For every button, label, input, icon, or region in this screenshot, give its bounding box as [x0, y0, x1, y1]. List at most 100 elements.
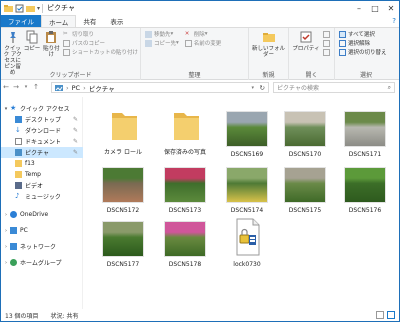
- nav-pictures[interactable]: ピクチャ: [1, 147, 83, 158]
- path-box[interactable]: › PC › ピクチャ ▾ ↻: [51, 82, 269, 93]
- search-icon[interactable]: ⌕: [388, 84, 391, 92]
- new-folder-icon[interactable]: [26, 4, 35, 13]
- move-to-button[interactable]: 移動先 ▾: [145, 30, 179, 38]
- item-photo[interactable]: DSCN5169: [217, 111, 277, 173]
- rename-button[interactable]: 名前の変更: [184, 39, 221, 47]
- item-label: DSCN5169: [230, 151, 264, 158]
- select-none-button[interactable]: 選択解除: [339, 39, 387, 47]
- recent-locations-icon[interactable]: ▾: [21, 84, 31, 90]
- nav-onedrive[interactable]: › OneDrive: [3, 209, 48, 220]
- item-saved-pictures[interactable]: 保存済みの写真: [155, 107, 215, 169]
- details-view-icon[interactable]: [376, 311, 384, 319]
- pictures-icon: [15, 149, 22, 156]
- breadcrumb-pc[interactable]: PC: [72, 84, 80, 92]
- select-group-label: 選択: [359, 72, 372, 79]
- minimize-button[interactable]: –: [351, 1, 367, 15]
- expand-icon[interactable]: ›: [3, 244, 9, 250]
- item-label: DSCN5170: [288, 151, 322, 158]
- customize-qa-icon[interactable]: ▾: [37, 5, 40, 12]
- nav-music[interactable]: ♪ ミュージック: [15, 191, 61, 202]
- item-photo[interactable]: DSCN5170: [275, 111, 335, 173]
- navigation-pane: ▾ ★ クイック アクセス デスクトップ ✎ ↓ ダウンロード ✎ ドキュメント ✎ …: [1, 97, 83, 309]
- tab-home[interactable]: ホーム: [41, 15, 77, 27]
- nav-pc[interactable]: › PC: [3, 225, 28, 236]
- nav-video[interactable]: ビデオ: [15, 180, 43, 191]
- nav-homegroup[interactable]: › ホームグループ: [3, 257, 61, 268]
- close-button[interactable]: ✕: [383, 1, 399, 15]
- nav-documents[interactable]: ドキュメント: [15, 136, 61, 147]
- breadcrumb-current[interactable]: ピクチャ: [89, 83, 115, 93]
- paste-shortcut-label: ショートカットの貼り付け: [71, 50, 138, 56]
- forward-icon[interactable]: →: [11, 83, 21, 91]
- refresh-icon[interactable]: ↻: [260, 84, 265, 92]
- quick-access-toolbar: ▾: [1, 3, 44, 13]
- tab-view[interactable]: 表示: [103, 15, 130, 27]
- folder-icon: [4, 4, 13, 13]
- breadcrumb-separator: ›: [83, 83, 86, 92]
- ribbon-tabs: ファイル ホーム 共有 表示: [1, 15, 399, 28]
- item-label: lock0730: [233, 261, 261, 268]
- pin-icon: ✎: [73, 116, 79, 123]
- nav-label: f13: [25, 160, 35, 167]
- item-file[interactable]: lock0730: [217, 217, 277, 279]
- homegroup-icon: [10, 259, 17, 266]
- status-bar: 13 個の項目 状況: 共有: [1, 309, 399, 321]
- item-photo[interactable]: DSCN5178: [155, 221, 215, 283]
- back-icon[interactable]: ←: [1, 83, 11, 91]
- properties-icon: [300, 31, 312, 43]
- item-photo[interactable]: DSCN5172: [93, 167, 153, 229]
- item-photo[interactable]: DSCN5173: [155, 167, 215, 229]
- edit-button[interactable]: [323, 39, 332, 47]
- file-list: カメラ ロール 保存済みの写真 DSCN5169 DSCN5170 DSCN51…: [85, 97, 399, 309]
- history-button[interactable]: [323, 48, 332, 56]
- up-icon[interactable]: ↑: [31, 83, 41, 91]
- expand-icon[interactable]: ›: [3, 212, 9, 218]
- search-input[interactable]: ピクチャの検索 ⌕: [273, 82, 395, 93]
- nav-network[interactable]: › ネットワーク: [3, 241, 56, 252]
- ribbon: クイック アクセスにピン留め コピー 貼り付け ✂ 切り取り パスのコピー ショー…: [1, 28, 399, 80]
- item-photo[interactable]: DSCN5175: [275, 167, 335, 229]
- maximize-button[interactable]: □: [367, 1, 383, 15]
- path-dropdown-icon[interactable]: ▾: [251, 85, 254, 91]
- view-buttons: [376, 311, 395, 319]
- window-controls: – □ ✕: [351, 1, 399, 15]
- invert-selection-button[interactable]: 選択の切り替え: [339, 48, 387, 56]
- paste-shortcut-button[interactable]: ショートカットの貼り付け: [62, 48, 138, 56]
- window-title: ピクチャ: [47, 4, 75, 12]
- item-label: DSCN5171: [348, 151, 382, 158]
- open-group-label: 開く: [305, 72, 318, 79]
- item-camera-roll[interactable]: カメラ ロール: [93, 107, 153, 169]
- nav-f13[interactable]: f13: [15, 158, 35, 169]
- delete-button[interactable]: ✕ 削除 ▾: [185, 30, 222, 39]
- tab-file[interactable]: ファイル: [1, 15, 41, 27]
- expand-icon[interactable]: ›: [3, 228, 9, 234]
- item-label: DSCN5177: [106, 261, 140, 268]
- shortcut-icon: [62, 48, 70, 56]
- item-photo[interactable]: DSCN5177: [93, 221, 153, 283]
- network-icon: [10, 243, 17, 250]
- expand-icon[interactable]: ▾: [3, 106, 9, 112]
- help-icon[interactable]: ?: [392, 17, 396, 25]
- cut-button[interactable]: ✂ 切り取り: [63, 30, 138, 39]
- item-count: 13 個の項目: [5, 313, 39, 320]
- nav-temp[interactable]: Temp: [15, 169, 41, 180]
- new-group-label: 新規: [262, 72, 275, 79]
- open-button[interactable]: [323, 30, 332, 38]
- item-photo[interactable]: DSCN5171: [335, 111, 395, 173]
- properties-icon[interactable]: [15, 4, 24, 13]
- move-to-icon: [145, 30, 152, 38]
- tab-share[interactable]: 共有: [76, 15, 103, 27]
- invert-selection-icon: [339, 48, 346, 56]
- nav-label: PC: [20, 227, 28, 234]
- item-photo[interactable]: DSCN5176: [335, 167, 395, 229]
- nav-quick-access[interactable]: ▾ ★ クイック アクセス: [3, 103, 70, 114]
- copy-path-button[interactable]: パスのコピー: [62, 39, 138, 47]
- expand-icon[interactable]: ›: [3, 260, 9, 266]
- nav-downloads[interactable]: ↓ ダウンロード: [15, 125, 61, 136]
- new-folder-label: 新しいフォルダー: [251, 46, 285, 58]
- nav-desktop[interactable]: デスクトップ: [15, 114, 61, 125]
- title-bar: ▾ ピクチャ – □ ✕: [1, 1, 399, 15]
- large-icons-view-icon[interactable]: [387, 311, 395, 319]
- select-all-button[interactable]: すべて選択: [339, 30, 387, 38]
- copy-to-button[interactable]: コピー先 ▾: [145, 39, 179, 47]
